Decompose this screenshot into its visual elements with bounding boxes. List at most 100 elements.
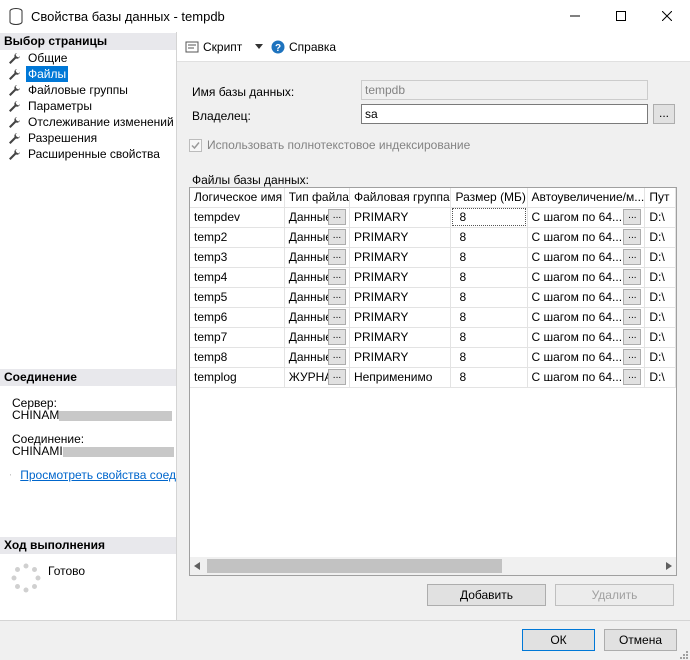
cell-ellipsis-button[interactable]: ... bbox=[623, 348, 642, 365]
cell-name[interactable]: templog bbox=[190, 367, 285, 388]
cell-size[interactable]: 8 bbox=[450, 227, 528, 248]
scroll-thumb[interactable] bbox=[207, 559, 502, 573]
cell-group[interactable]: PRIMARY bbox=[349, 307, 452, 328]
minimize-button[interactable] bbox=[552, 0, 598, 32]
cell-name[interactable]: temp2 bbox=[190, 227, 285, 248]
cell-name[interactable]: temp8 bbox=[190, 347, 285, 368]
cell-group[interactable]: PRIMARY bbox=[349, 327, 452, 348]
nav-item[interactable]: Общие bbox=[8, 50, 69, 66]
cell-type[interactable]: ЖУРНАЛ... bbox=[284, 367, 350, 388]
cell-ellipsis-button[interactable]: ... bbox=[327, 348, 346, 365]
cell-group[interactable]: PRIMARY bbox=[349, 347, 452, 368]
cell-ellipsis-button[interactable]: ... bbox=[623, 368, 642, 385]
cell-ellipsis-button[interactable]: ... bbox=[623, 328, 642, 345]
table-row[interactable]: temp3 Данные...... PRIMARY 8 С шагом по 64..… bbox=[190, 247, 676, 268]
column-header[interactable]: Автоувеличение/м... bbox=[527, 188, 646, 208]
cell-type[interactable]: Данные...... bbox=[284, 307, 350, 328]
cell-auto[interactable]: С шагом по 64...... bbox=[527, 247, 646, 268]
cell-name[interactable]: temp4 bbox=[190, 267, 285, 288]
maximize-button[interactable] bbox=[598, 0, 644, 32]
cell-ellipsis-button[interactable]: ... bbox=[623, 208, 642, 225]
cell-size[interactable]: 8 bbox=[450, 327, 528, 348]
cancel-button[interactable]: Отмена bbox=[604, 629, 677, 651]
cell-ellipsis-button[interactable]: ... bbox=[327, 368, 346, 385]
cell-path[interactable]: D:\ bbox=[644, 287, 676, 308]
table-row[interactable]: temp4 Данные...... PRIMARY 8 С шагом по 64..… bbox=[190, 267, 676, 288]
nav-item[interactable]: Файловые группы bbox=[8, 82, 130, 98]
table-row[interactable]: temp6 Данные...... PRIMARY 8 С шагом по 64..… bbox=[190, 307, 676, 328]
cell-group[interactable]: PRIMARY bbox=[349, 247, 452, 268]
help-button[interactable]: ? Справка bbox=[271, 39, 336, 55]
cell-auto[interactable]: С шагом по 64...... bbox=[527, 367, 646, 388]
cell-ellipsis-button[interactable]: ... bbox=[623, 288, 642, 305]
column-header[interactable]: Размер (МБ) bbox=[450, 188, 528, 208]
cell-ellipsis-button[interactable]: ... bbox=[327, 248, 346, 265]
column-header[interactable]: Тип файла bbox=[284, 188, 350, 208]
nav-item[interactable]: Расширенные свойства bbox=[8, 146, 162, 162]
cell-type[interactable]: Данные...... bbox=[284, 247, 350, 268]
cell-auto[interactable]: С шагом по 64...... bbox=[527, 207, 646, 228]
cell-ellipsis-button[interactable]: ... bbox=[623, 248, 642, 265]
cell-ellipsis-button[interactable]: ... bbox=[327, 308, 346, 325]
cell-ellipsis-button[interactable]: ... bbox=[327, 208, 346, 225]
table-row[interactable]: temp8 Данные...... PRIMARY 8 С шагом по 64..… bbox=[190, 347, 676, 368]
cell-path[interactable]: D:\ bbox=[644, 227, 676, 248]
cell-ellipsis-button[interactable]: ... bbox=[623, 308, 642, 325]
cell-auto[interactable]: С шагом по 64...... bbox=[527, 267, 646, 288]
cell-group[interactable]: PRIMARY bbox=[349, 287, 452, 308]
cell-ellipsis-button[interactable]: ... bbox=[327, 328, 346, 345]
table-row[interactable]: temp2 Данные...... PRIMARY 8 С шагом по 64..… bbox=[190, 227, 676, 248]
cell-ellipsis-button[interactable]: ... bbox=[623, 228, 642, 245]
cell-name[interactable]: temp3 bbox=[190, 247, 285, 268]
cell-ellipsis-button[interactable]: ... bbox=[623, 268, 642, 285]
cell-size[interactable]: 8 bbox=[450, 347, 528, 368]
table-row[interactable]: temp5 Данные...... PRIMARY 8 С шагом по 64..… bbox=[190, 287, 676, 308]
ok-button[interactable]: ОК bbox=[522, 629, 595, 651]
view-connection-props[interactable]: Просмотреть свойства соед bbox=[10, 468, 176, 482]
horizontal-scrollbar[interactable] bbox=[190, 557, 676, 575]
cell-size[interactable]: 8 bbox=[450, 287, 528, 308]
cell-type[interactable]: Данные...... bbox=[284, 287, 350, 308]
cell-type[interactable]: Данные...... bbox=[284, 267, 350, 288]
cell-path[interactable]: D:\ bbox=[644, 267, 676, 288]
cell-size[interactable]: 8 bbox=[450, 207, 528, 228]
cell-path[interactable]: D:\ bbox=[644, 367, 676, 388]
view-connection-props-link[interactable]: Просмотреть свойства соед bbox=[20, 468, 176, 482]
nav-item[interactable]: Файлы bbox=[8, 66, 69, 82]
cell-name[interactable]: temp7 bbox=[190, 327, 285, 348]
script-button[interactable]: Скрипт bbox=[185, 39, 242, 55]
cell-group[interactable]: PRIMARY bbox=[349, 207, 452, 228]
cell-name[interactable]: temp6 bbox=[190, 307, 285, 328]
nav-item[interactable]: Параметры bbox=[8, 98, 94, 114]
cell-auto[interactable]: С шагом по 64...... bbox=[527, 327, 646, 348]
cell-name[interactable]: tempdev bbox=[190, 207, 285, 228]
table-row[interactable]: tempdev Данные...... PRIMARY 8 С шагом по 64… bbox=[190, 207, 676, 228]
cell-ellipsis-button[interactable]: ... bbox=[327, 228, 346, 245]
remove-button[interactable]: Удалить bbox=[555, 584, 674, 606]
cell-ellipsis-button[interactable]: ... bbox=[327, 288, 346, 305]
cell-type[interactable]: Данные...... bbox=[284, 347, 350, 368]
resize-grip-icon[interactable] bbox=[678, 649, 688, 659]
add-button[interactable]: Добавить bbox=[427, 584, 546, 606]
cell-auto[interactable]: С шагом по 64...... bbox=[527, 307, 646, 328]
cell-size[interactable]: 8 bbox=[450, 247, 528, 268]
script-dropdown-icon[interactable] bbox=[255, 44, 263, 50]
cell-type[interactable]: Данные...... bbox=[284, 327, 350, 348]
cell-group[interactable]: PRIMARY bbox=[349, 227, 452, 248]
table-row[interactable]: templog ЖУРНАЛ... Неприменимо 8 С шагом по 6… bbox=[190, 367, 676, 388]
cell-path[interactable]: D:\ bbox=[644, 307, 676, 328]
cell-path[interactable]: D:\ bbox=[644, 247, 676, 268]
cell-path[interactable]: D:\ bbox=[644, 347, 676, 368]
scroll-right-icon[interactable] bbox=[666, 562, 672, 570]
cell-size[interactable]: 8 bbox=[450, 307, 528, 328]
table-row[interactable]: temp7 Данные...... PRIMARY 8 С шагом по 64..… bbox=[190, 327, 676, 348]
cell-auto[interactable]: С шагом по 64...... bbox=[527, 347, 646, 368]
cell-size[interactable]: 8 bbox=[450, 267, 528, 288]
cell-group[interactable]: PRIMARY bbox=[349, 267, 452, 288]
cell-group[interactable]: Неприменимо bbox=[349, 367, 452, 388]
cell-auto[interactable]: С шагом по 64...... bbox=[527, 227, 646, 248]
column-header[interactable]: Файловая группа bbox=[349, 188, 452, 208]
fulltext-checkbox-row[interactable]: Использовать полнотекстовое индексирован… bbox=[189, 138, 470, 152]
cell-path[interactable]: D:\ bbox=[644, 207, 676, 228]
cell-auto[interactable]: С шагом по 64...... bbox=[527, 287, 646, 308]
